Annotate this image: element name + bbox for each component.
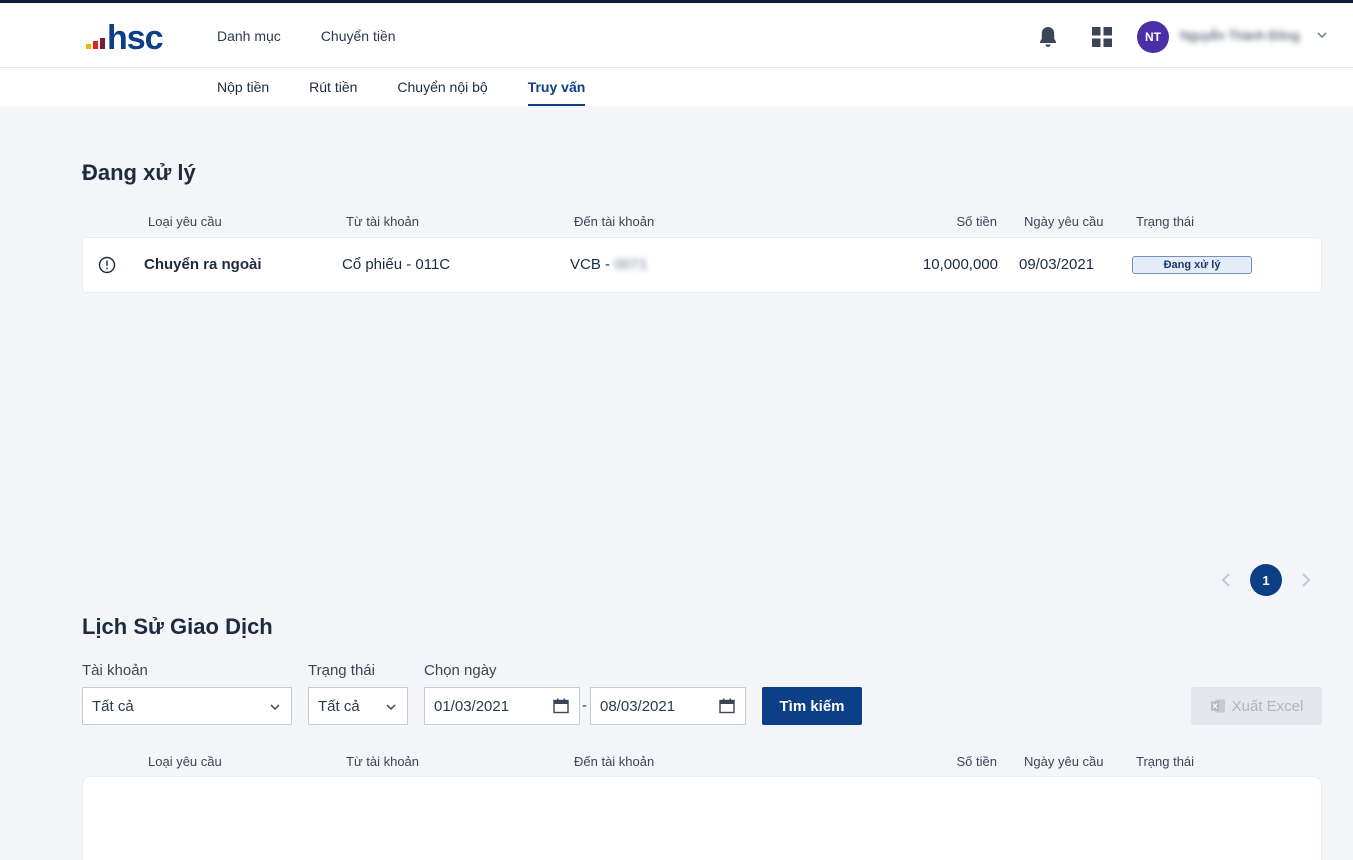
chevron-down-icon	[386, 704, 396, 711]
status-filter-label: Trạng thái	[308, 662, 375, 679]
tab-rut-tien[interactable]: Rút tiền	[309, 68, 357, 106]
main-nav: Danh mục Chuyển tiền	[217, 3, 396, 68]
history-table-body	[82, 776, 1322, 860]
account-filter-label: Tài khoản	[82, 662, 148, 679]
logo-dot-yellow	[86, 44, 91, 49]
pagination-page-1[interactable]: 1	[1250, 564, 1282, 596]
nav-danh-muc[interactable]: Danh mục	[217, 28, 281, 44]
col-ngay-yeu-cau: Ngày yêu cầu	[1024, 754, 1104, 769]
export-excel-label: Xuất Excel	[1231, 697, 1304, 715]
col-loai-yeu-cau: Loại yêu cầu	[148, 754, 222, 769]
tab-nop-tien[interactable]: Nộp tiền	[217, 68, 269, 106]
date-filter-label: Chọn ngày	[424, 662, 497, 679]
bell-icon[interactable]	[1037, 25, 1059, 49]
status-select-value: Tất cả	[318, 697, 360, 715]
status-badge: Đang xử lý	[1132, 256, 1252, 274]
row-to-account: VCB - 0071	[570, 256, 648, 273]
col-so-tien: Số tiền	[956, 754, 997, 769]
col-tu-tai-khoan: Từ tài khoản	[346, 214, 420, 229]
account-select-value: Tất cả	[92, 697, 134, 715]
logo-dot-maroon	[100, 38, 105, 49]
grid-icon[interactable]	[1092, 27, 1112, 47]
col-ngay-yeu-cau: Ngày yêu cầu	[1024, 214, 1104, 229]
row-type: Chuyển ra ngoài	[144, 256, 262, 273]
chevron-down-icon[interactable]	[1316, 29, 1328, 41]
calendar-icon[interactable]	[719, 698, 735, 714]
row-to-prefix: VCB -	[570, 256, 615, 273]
tab-truy-van[interactable]: Truy vấn	[527, 68, 585, 106]
date-from-value: 01/03/2021	[434, 697, 510, 715]
user-name[interactable]: Nguyễn Thành Đông	[1180, 28, 1300, 43]
pending-table-header: Loại yêu cầu Từ tài khoản Đến tài khoản …	[82, 214, 1322, 234]
top-bar: hsc Danh mục Chuyển tiền NT Nguyễn Thành…	[0, 3, 1353, 68]
status-select[interactable]: Tất cả	[308, 687, 408, 725]
col-den-tai-khoan: Đến tài khoản	[574, 754, 655, 769]
date-from-input[interactable]: 01/03/2021	[424, 687, 580, 725]
logo-text: hsc	[107, 19, 164, 57]
history-section-title: Lịch Sử Giao Dịch	[82, 614, 273, 639]
row-from-account: Cổ phiếu - 011C	[342, 256, 451, 273]
excel-icon	[1210, 699, 1225, 713]
nav-chuyen-tien[interactable]: Chuyển tiền	[321, 28, 396, 44]
export-excel-button[interactable]: Xuất Excel	[1191, 687, 1322, 725]
account-select[interactable]: Tất cả	[82, 687, 292, 725]
tab-chuyen-noi-bo[interactable]: Chuyển nội bộ	[397, 68, 487, 106]
table-row[interactable]: Chuyển ra ngoài Cổ phiếu - 011C VCB - 00…	[82, 237, 1322, 293]
chevron-left-icon[interactable]	[1219, 572, 1233, 588]
chevron-right-icon[interactable]	[1299, 572, 1313, 588]
col-trang-thai: Trạng thái	[1136, 214, 1195, 229]
calendar-icon[interactable]	[553, 698, 569, 714]
sub-nav-bar: Nộp tiền Rút tiền Chuyển nội bộ Truy vấn	[0, 68, 1353, 106]
col-so-tien: Số tiền	[956, 214, 997, 229]
history-table-header: Loại yêu cầu Từ tài khoản Đến tài khoản …	[82, 754, 1322, 774]
col-trang-thai: Trạng thái	[1136, 754, 1195, 769]
date-to-value: 08/03/2021	[600, 697, 676, 715]
pending-section-title: Đang xử lý	[82, 160, 196, 185]
logo-dot-red	[93, 41, 98, 49]
col-den-tai-khoan: Đến tài khoản	[574, 214, 655, 229]
row-date: 09/03/2021	[1019, 256, 1095, 273]
row-to-masked: 0071	[614, 256, 648, 273]
date-range-separator: -	[582, 697, 587, 714]
logo-dots	[86, 38, 105, 49]
search-button[interactable]: Tìm kiếm	[762, 687, 862, 725]
date-to-input[interactable]: 08/03/2021	[590, 687, 746, 725]
col-tu-tai-khoan: Từ tài khoản	[346, 754, 420, 769]
avatar[interactable]: NT	[1137, 21, 1169, 53]
info-icon[interactable]	[98, 256, 116, 274]
sub-nav: Nộp tiền Rút tiền Chuyển nội bộ Truy vấn	[217, 68, 585, 106]
hsc-logo[interactable]: hsc	[86, 19, 164, 57]
chevron-down-icon	[270, 704, 280, 711]
row-amount: 10,000,000	[922, 256, 998, 273]
col-loai-yeu-cau: Loại yêu cầu	[148, 214, 222, 229]
